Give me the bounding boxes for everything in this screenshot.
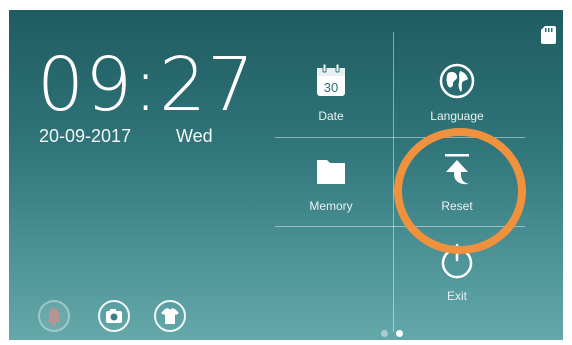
- shirt-icon: [161, 308, 179, 324]
- menu-date-label: Date: [318, 109, 344, 123]
- svg-text:30: 30: [324, 80, 338, 95]
- folder-icon: [317, 160, 345, 184]
- camera-button[interactable]: [98, 300, 130, 332]
- page-dot-2[interactable]: [396, 330, 403, 337]
- menu-memory-button[interactable]: Memory: [286, 152, 376, 213]
- menu-language-label: Language: [430, 109, 484, 123]
- camera-icon: [106, 309, 122, 323]
- reset-arrow-icon: [445, 154, 469, 185]
- menu-divider-vertical: [393, 32, 394, 332]
- menu-reset-label: Reset: [441, 199, 473, 213]
- menu-memory-label: Memory: [309, 199, 353, 213]
- menu-divider-horizontal-1: [275, 137, 525, 138]
- menu-divider-horizontal-2: [275, 226, 525, 227]
- menu-exit-label: Exit: [446, 289, 467, 303]
- page-indicator: [381, 324, 411, 340]
- shirt-button[interactable]: [154, 300, 186, 332]
- clock-time: 09:27: [37, 42, 256, 128]
- menu-exit-button[interactable]: Exit: [412, 242, 502, 303]
- device-screen: 09:27 20-09-2017 Wed 30 Date Language Me…: [9, 10, 563, 340]
- clock-weekday: Wed: [176, 126, 213, 146]
- power-icon: [441, 243, 473, 279]
- clock-date: 20-09-2017: [39, 126, 132, 146]
- globe-icon: [439, 63, 475, 99]
- bell-button[interactable]: [38, 300, 70, 332]
- sd-card-icon: [541, 26, 556, 44]
- page-dot-1[interactable]: [381, 330, 388, 337]
- calendar-icon: 30: [317, 63, 345, 96]
- menu-language-button[interactable]: Language: [412, 62, 502, 123]
- bell-icon: [47, 308, 61, 326]
- menu-reset-button[interactable]: Reset: [412, 152, 502, 213]
- menu-date-button[interactable]: 30 Date: [286, 62, 376, 123]
